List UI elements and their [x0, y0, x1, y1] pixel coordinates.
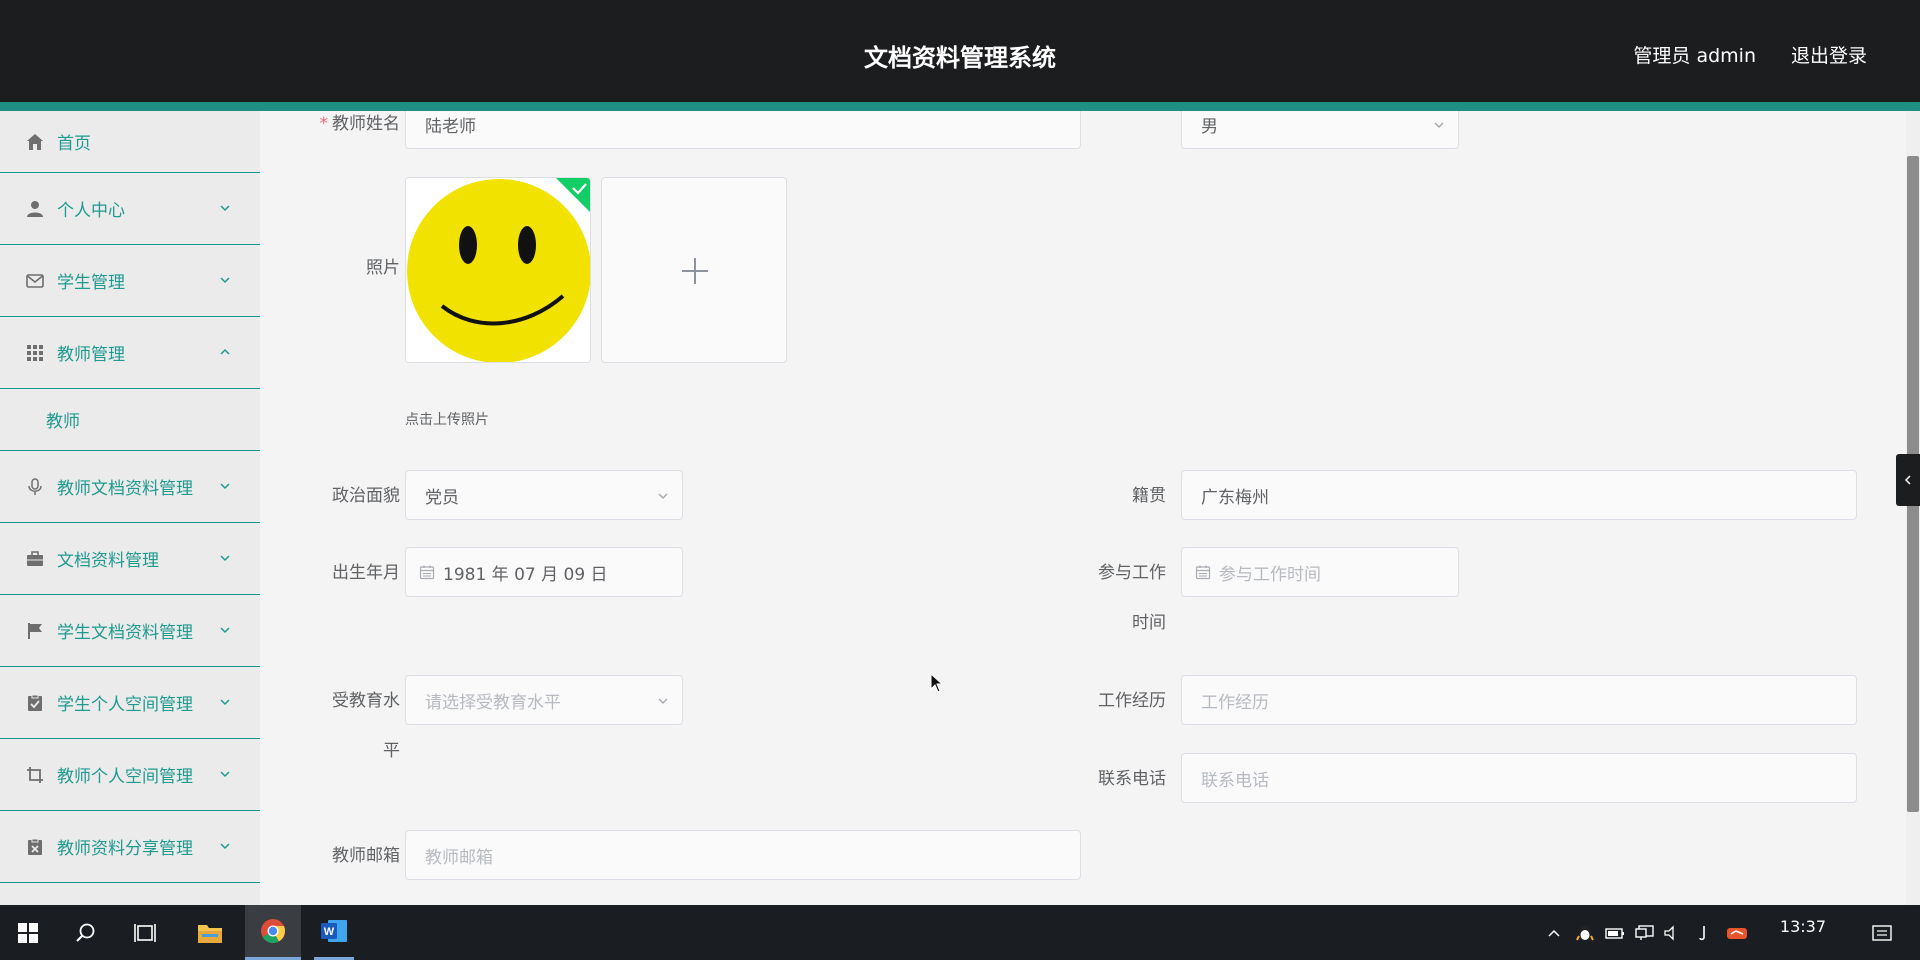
sidebar-item-label: 学生管理 [57, 273, 125, 293]
battery-tray-icon[interactable] [1604, 905, 1626, 960]
photo-upload-hint: 点击上传照片 [405, 412, 489, 428]
chevron-down-icon [220, 482, 230, 489]
phone-input[interactable]: 联系电话 [1181, 753, 1857, 803]
phone-label: 联系电话 [1098, 769, 1166, 789]
home-icon [25, 132, 45, 152]
qq-tray-icon[interactable] [1574, 905, 1596, 960]
taskbar-clock[interactable]: 13:37 [1780, 917, 1826, 936]
word-taskbar-icon[interactable]: W [314, 905, 354, 960]
politics-select[interactable]: 党员 [405, 470, 683, 520]
tray-chevron-up-icon[interactable] [1542, 905, 1566, 960]
sidebar-item-profile[interactable]: 个人中心 [0, 173, 260, 245]
chevron-left-icon [1904, 475, 1911, 485]
sidebar-item-teacher-share[interactable]: 教师资料分享管理 [0, 811, 260, 883]
chevron-down-icon [220, 276, 230, 283]
sidebar-item-teacher-docs[interactable]: 教师文档资料管理 [0, 451, 260, 523]
sidebar-item-label: 个人中心 [57, 201, 125, 221]
chevron-up-icon [220, 348, 230, 355]
input-method-tray-icon[interactable] [1692, 905, 1714, 960]
upload-photo-button[interactable] [601, 177, 787, 363]
sidebar-item-home[interactable]: 首页 [0, 111, 260, 173]
gender-select[interactable]: 男 [1181, 111, 1459, 149]
file-explorer-icon[interactable] [192, 905, 228, 960]
collapse-panel-button[interactable] [1896, 454, 1920, 506]
photo-label: 照片 [366, 258, 400, 278]
chevron-down-icon [220, 204, 230, 211]
email-input[interactable]: 教师邮箱 [405, 830, 1081, 880]
briefcase-icon [25, 549, 45, 569]
chevron-down-icon [220, 698, 230, 705]
current-user: 管理员 admin [1633, 45, 1756, 67]
task-view-icon[interactable] [128, 905, 164, 960]
name-label: * 教师姓名 [319, 114, 401, 134]
mouse-cursor-icon [930, 673, 944, 693]
email-label: 教师邮箱 [332, 846, 400, 866]
plus-icon [682, 258, 708, 284]
politics-label: 政治面貌 [332, 486, 400, 506]
chevron-down-icon [1434, 122, 1444, 129]
hometown-input[interactable]: 广东梅州 [1181, 470, 1857, 520]
teacher-form: *教师姓名 陆老师 性别 男 照片 点击上传照片 政治面貌 党员 籍贯 广东梅州… [290, 111, 1872, 905]
mail-icon [25, 271, 45, 291]
microphone-icon [25, 477, 45, 497]
sidebar-item-students[interactable]: 学生管理 [0, 245, 260, 317]
chevron-down-icon [220, 554, 230, 561]
education-label: 受教育水 [332, 691, 400, 711]
os-taskbar: W 13:37 [0, 905, 1920, 960]
calendar-icon [419, 565, 435, 580]
sidebar-subitem-teacher[interactable]: 教师 [0, 389, 260, 451]
experience-input[interactable]: 工作经历 [1181, 675, 1857, 725]
clipboard-check-icon [25, 693, 45, 713]
sidebar-item-teacher-space[interactable]: 教师个人空间管理 [0, 739, 260, 811]
birth-date-picker[interactable]: 1981 年 07 月 09 日 [405, 547, 683, 597]
sidebar-item-label: 教师文档资料管理 [57, 479, 193, 499]
sidebar-item-student-space[interactable]: 学生个人空间管理 [0, 667, 260, 739]
notification-center-icon[interactable] [1868, 905, 1896, 960]
sidebar-item-label: 首页 [57, 134, 91, 154]
uploaded-photo[interactable] [405, 177, 591, 363]
chrome-taskbar-icon[interactable] [245, 905, 301, 960]
sidebar: 首页 个人中心 学生管理 教师管理 教师 教师文档资料管理 文档资料管理 学生文… [0, 111, 260, 905]
sidebar-item-student-docs[interactable]: 学生文档资料管理 [0, 595, 260, 667]
smiley-face-image [406, 178, 590, 362]
chevron-down-icon [658, 493, 668, 500]
user-icon [25, 199, 45, 219]
experience-label: 工作经历 [1098, 691, 1166, 711]
app-title: 文档资料管理系统 [864, 44, 1056, 72]
header-accent-bar [0, 102, 1920, 111]
clipboard-x-icon [25, 837, 45, 857]
work-start-label-line2: 时间 [1132, 613, 1166, 633]
sidebar-item-label: 学生个人空间管理 [57, 695, 193, 715]
network-tray-icon[interactable] [1634, 905, 1656, 960]
education-select[interactable]: 请选择受教育水平 [405, 675, 683, 725]
top-header: 文档资料管理系统 管理员 admin 退出登录 [0, 0, 1920, 102]
work-start-date-picker[interactable]: 参与工作时间 [1181, 547, 1459, 597]
svg-text:W: W [324, 926, 335, 938]
sidebar-item-label: 教师资料分享管理 [57, 839, 193, 859]
birth-label: 出生年月 [332, 563, 400, 583]
chevron-down-icon [220, 770, 230, 777]
education-label-line2: 平 [383, 741, 400, 761]
app-tray-icon[interactable] [1724, 905, 1750, 960]
sidebar-item-docs[interactable]: 文档资料管理 [0, 523, 260, 595]
logout-button[interactable]: 退出登录 [1791, 41, 1867, 68]
chevron-down-icon [658, 698, 668, 705]
volume-tray-icon[interactable] [1660, 905, 1682, 960]
search-icon[interactable] [68, 905, 104, 960]
sidebar-item-label: 文档资料管理 [57, 551, 159, 571]
name-input[interactable]: 陆老师 [405, 111, 1081, 149]
sidebar-item-label: 教师管理 [57, 345, 125, 365]
sidebar-item-label: 学生文档资料管理 [57, 623, 193, 643]
calendar-icon [1195, 565, 1211, 580]
hometown-label: 籍贯 [1132, 486, 1166, 506]
sidebar-item-teachers[interactable]: 教师管理 [0, 317, 260, 389]
crop-icon [25, 765, 45, 785]
grid-icon [25, 343, 45, 363]
windows-start-icon[interactable] [10, 905, 46, 960]
chevron-down-icon [220, 626, 230, 633]
work-start-label: 参与工作 [1098, 563, 1166, 583]
flag-icon [25, 621, 45, 641]
chevron-down-icon [220, 842, 230, 849]
sidebar-item-label: 教师个人空间管理 [57, 767, 193, 787]
